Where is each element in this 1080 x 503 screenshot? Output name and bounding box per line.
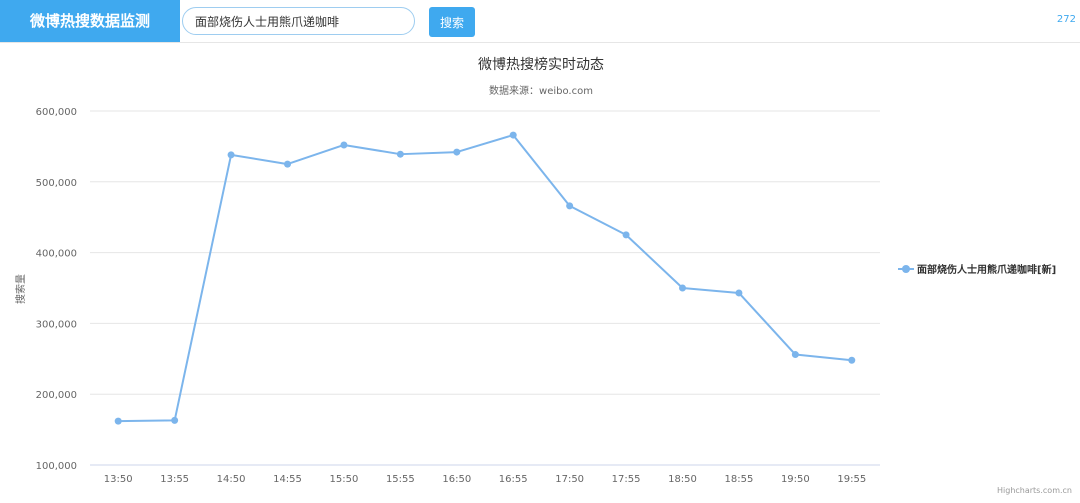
legend-label[interactable]: 面部烧伤人士用熊爪递咖啡[新] [917,263,1056,276]
x-tick-label: 15:55 [386,474,415,485]
data-point[interactable] [791,351,799,359]
y-tick-label: 400,000 [36,249,77,260]
grid-lines [90,110,880,395]
data-point[interactable] [340,141,348,149]
data-point[interactable] [848,356,856,364]
y-tick-label: 100,000 [36,461,77,472]
y-tick-label: 600,000 [36,107,77,118]
x-tick-label: 17:55 [612,474,641,485]
x-tick-label: 16:55 [499,474,528,485]
y-tick-label: 200,000 [36,390,77,401]
search-button[interactable]: 搜索 [429,7,475,37]
data-point[interactable] [284,160,291,168]
x-tick-label: 14:55 [273,474,302,485]
data-point[interactable] [227,151,235,159]
search-input[interactable] [182,7,415,35]
data-point[interactable] [171,416,179,424]
data-point[interactable] [453,148,461,156]
y-tick-label: 300,000 [36,319,77,330]
chart-title: 微博热搜榜实时动态 [478,56,604,73]
line-chart: 微博热搜榜实时动态 数据来源：weibo.com 搜索量 100,000 200,… [14,56,1072,495]
x-tick-label: 16:50 [442,474,471,485]
counter-text: 272 [1056,14,1076,25]
data-point[interactable] [509,131,517,139]
legend-marker [902,265,910,273]
chart-area: 微博热搜榜实时动态 数据来源：weibo.com 搜索量 100,000 200,… [0,43,1080,499]
series-line [118,134,852,423]
legend[interactable]: 面部烧伤人士用熊爪递咖啡[新] [898,263,1056,276]
data-point[interactable] [679,284,686,292]
y-axis-title: 搜索量 [14,274,27,304]
data-point[interactable] [566,202,574,210]
x-tick-label: 19:50 [781,474,810,485]
data-point[interactable] [396,150,404,158]
x-tick-label: 17:50 [555,474,584,485]
x-tick-label: 15:50 [330,474,359,485]
x-tick-label: 14:50 [217,474,246,485]
axes: 100,000 200,000 300,000 400,000 500,000 600,0… [36,107,880,485]
series-layer [114,131,856,425]
data-point[interactable] [735,289,743,297]
top-bar: 微博热搜数据监测 搜索 272 [0,0,1080,43]
x-tick-label: 19:55 [837,474,866,485]
brand-title[interactable]: 微博热搜数据监测 [0,0,180,42]
credit-text[interactable]: Highcharts.com.cn [997,486,1072,495]
chart-subtitle: 数据来源：weibo.com [489,84,593,97]
x-tick-label: 13:55 [160,474,189,485]
y-tick-label: 500,000 [36,178,77,189]
x-tick-label: 18:50 [668,474,697,485]
data-point[interactable] [622,231,630,239]
x-tick-label: 13:50 [104,474,133,485]
data-point[interactable] [114,417,122,425]
x-tick-label: 18:55 [725,474,754,485]
